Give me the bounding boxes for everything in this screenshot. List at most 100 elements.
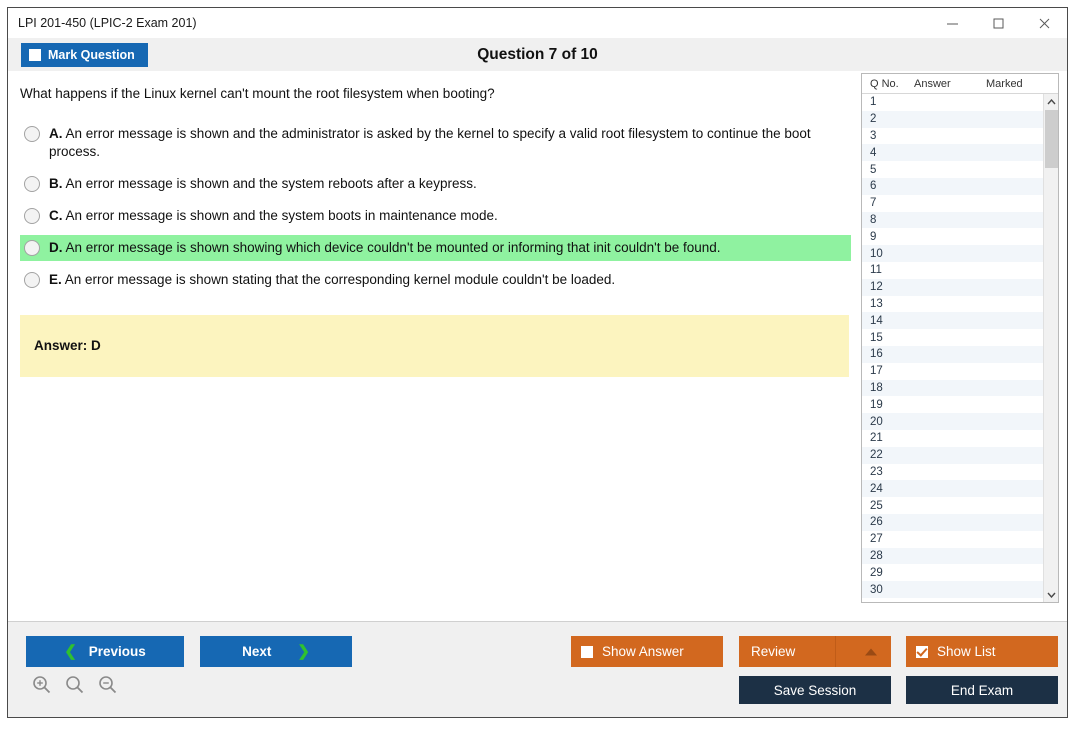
save-session-button[interactable]: Save Session — [739, 676, 891, 704]
answer-option-b[interactable]: B. An error message is shown and the sys… — [20, 171, 851, 197]
question-list-row[interactable]: 7 — [862, 194, 1043, 212]
zoom-out-icon[interactable] — [98, 675, 117, 694]
answer-option-text: C. An error message is shown and the sys… — [49, 207, 498, 225]
question-list-number: 6 — [870, 180, 877, 193]
question-list-row[interactable]: 14 — [862, 312, 1043, 330]
title-bar: LPI 201-450 (LPIC-2 Exam 201) — [8, 8, 1067, 38]
chevron-right-icon: ❯ — [297, 643, 310, 660]
close-icon[interactable] — [1021, 8, 1067, 38]
question-list-row[interactable]: 17 — [862, 362, 1043, 380]
answer-reveal-text: Answer: D — [34, 338, 101, 354]
show-list-button[interactable]: Show List — [906, 636, 1058, 667]
question-list-row[interactable]: 21 — [862, 429, 1043, 447]
window-title: LPI 201-450 (LPIC-2 Exam 201) — [18, 16, 197, 30]
review-dropdown-button[interactable]: Review — [739, 636, 891, 667]
question-list-number: 26 — [870, 516, 883, 529]
scroll-up-arrow-icon[interactable] — [1044, 94, 1058, 109]
answer-option-body: An error message is shown stating that t… — [64, 271, 616, 287]
next-button[interactable]: Next ❯ — [200, 636, 352, 667]
radio-button-icon[interactable] — [24, 240, 40, 257]
question-list-row[interactable]: 18 — [862, 379, 1043, 397]
answer-option-text: E. An error message is shown stating tha… — [49, 271, 615, 289]
column-header-answer: Answer — [914, 77, 951, 90]
question-list-row[interactable]: 28 — [862, 547, 1043, 565]
question-list-row[interactable]: 6 — [862, 177, 1043, 195]
question-list-number: 12 — [870, 281, 883, 294]
question-list-row[interactable]: 11 — [862, 261, 1043, 279]
question-list-number: 20 — [870, 415, 883, 428]
question-list-row[interactable]: 20 — [862, 413, 1043, 430]
question-list-number: 14 — [870, 314, 883, 327]
question-list-number: 27 — [870, 533, 883, 546]
question-list-scrollbar[interactable] — [1043, 94, 1058, 602]
answer-option-body: An error message is shown and the system… — [65, 176, 477, 192]
question-list-row[interactable]: 26 — [862, 513, 1043, 531]
previous-button[interactable]: ❮ Previous — [26, 636, 184, 667]
answer-option-text: B. An error message is shown and the sys… — [49, 175, 477, 193]
answer-option-e[interactable]: E. An error message is shown stating tha… — [20, 267, 851, 293]
question-list-row[interactable]: 29 — [862, 564, 1043, 582]
answer-option-body: An error message is shown and the admini… — [49, 126, 811, 160]
question-list-scroll-area: 1 2 3 4 5 6 7 8 9 10 11 12 13 14 15 16 17 18 19 20 21 22 23 24 2… — [862, 94, 1058, 602]
answer-option-body: An error message is shown showing which … — [65, 240, 721, 256]
question-list-row[interactable]: 1 — [862, 94, 1043, 111]
question-list-number: 17 — [870, 365, 883, 378]
show-answer-label: Show Answer — [602, 644, 684, 659]
question-list-row[interactable]: 16 — [862, 345, 1043, 363]
question-list-row[interactable]: 5 — [862, 161, 1043, 178]
question-list-row[interactable]: 27 — [862, 530, 1043, 548]
question-list-row[interactable]: 23 — [862, 463, 1043, 481]
question-list-row[interactable]: 10 — [862, 245, 1043, 262]
question-list-number: 25 — [870, 499, 883, 512]
chevron-left-icon: ❮ — [64, 643, 77, 660]
maximize-icon[interactable] — [975, 8, 1021, 38]
save-session-label: Save Session — [773, 682, 857, 698]
answer-option-c[interactable]: C. An error message is shown and the sys… — [20, 203, 851, 229]
question-list-row[interactable]: 13 — [862, 295, 1043, 313]
question-list-row[interactable]: 8 — [862, 211, 1043, 229]
question-list-row[interactable]: 3 — [862, 127, 1043, 145]
minimize-icon[interactable] — [929, 8, 975, 38]
radio-button-icon[interactable] — [24, 126, 40, 143]
answer-option-letter: E. — [49, 271, 62, 287]
question-list-number: 3 — [870, 129, 877, 142]
show-answer-button[interactable]: Show Answer — [571, 636, 723, 667]
radio-button-icon[interactable] — [24, 176, 40, 193]
exam-header-bar: Mark Question Question 7 of 10 — [8, 38, 1067, 71]
show-list-checkbox-icon — [916, 645, 928, 658]
next-label: Next — [242, 644, 272, 659]
question-list-number: 16 — [870, 348, 883, 361]
question-list-row[interactable]: 12 — [862, 278, 1043, 296]
question-list-number: 19 — [870, 398, 883, 411]
review-divider — [835, 636, 836, 667]
question-list-number: 1 — [870, 96, 877, 109]
question-list-row[interactable]: 30 — [862, 581, 1043, 598]
answer-option-d[interactable]: D. An error message is shown showing whi… — [20, 235, 851, 261]
question-list-row[interactable]: 2 — [862, 110, 1043, 128]
mark-question-label: Mark Question — [48, 47, 135, 62]
end-exam-button[interactable]: End Exam — [906, 676, 1058, 704]
column-header-q-no: Q No. — [870, 77, 899, 90]
question-list-row[interactable]: 22 — [862, 446, 1043, 464]
question-list-number: 8 — [870, 213, 877, 226]
question-list-row[interactable]: 19 — [862, 396, 1043, 414]
mark-question-button[interactable]: Mark Question — [21, 42, 148, 67]
scroll-down-arrow-icon[interactable] — [1044, 587, 1058, 602]
question-list-row[interactable]: 15 — [862, 329, 1043, 346]
answer-option-a[interactable]: A. An error message is shown and the adm… — [20, 121, 851, 165]
question-list-number: 24 — [870, 482, 883, 495]
question-list-row[interactable]: 25 — [862, 497, 1043, 514]
radio-button-icon[interactable] — [24, 271, 40, 288]
radio-button-icon[interactable] — [24, 208, 40, 225]
scrollbar-thumb[interactable] — [1045, 110, 1058, 168]
question-list-row[interactable]: 24 — [862, 480, 1043, 498]
question-list-row[interactable]: 4 — [862, 144, 1043, 162]
column-header-marked: Marked — [986, 77, 1023, 90]
question-list-number: 2 — [870, 113, 877, 126]
zoom-in-icon[interactable] — [32, 675, 51, 694]
zoom-reset-icon[interactable] — [65, 675, 84, 694]
question-list-number: 18 — [870, 381, 883, 394]
answer-option-text: D. An error message is shown showing whi… — [49, 239, 721, 257]
end-exam-label: End Exam — [950, 682, 1014, 698]
question-list-row[interactable]: 9 — [862, 228, 1043, 246]
